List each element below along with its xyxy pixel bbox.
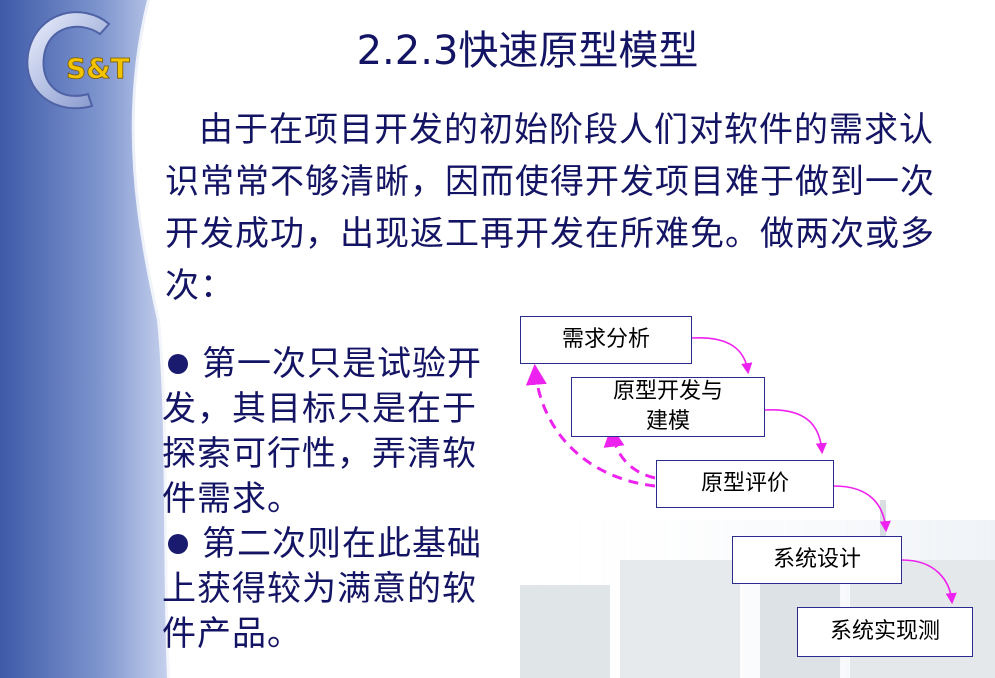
step-label: 系统实现测	[829, 619, 940, 644]
feedback-arrow-to-step2	[603, 425, 656, 480]
step-label: 需求分析	[561, 327, 650, 352]
step-system-design: 系统设计	[732, 536, 902, 584]
step-requirements-analysis: 需求分析	[520, 316, 692, 364]
step-prototype-evaluation: 原型评价	[656, 460, 834, 508]
step-label: 原型评价	[700, 471, 789, 496]
step-label: 系统设计	[772, 547, 861, 572]
step-system-implementation: 系统实现测	[797, 607, 973, 657]
step-label: 原型开发与 建模	[612, 379, 723, 434]
arrow-step2-to-step3	[764, 409, 827, 455]
arrow-step4-to-step5	[901, 559, 957, 605]
step-prototype-development: 原型开发与 建模	[571, 377, 765, 437]
arrow-step1-to-step2	[691, 337, 753, 375]
slide: S&T 2.2.3快速原型模型 由于在项目开发的初始阶段人们对软件的需求认识常常…	[0, 0, 995, 678]
arrow-step3-to-step4	[833, 485, 891, 533]
